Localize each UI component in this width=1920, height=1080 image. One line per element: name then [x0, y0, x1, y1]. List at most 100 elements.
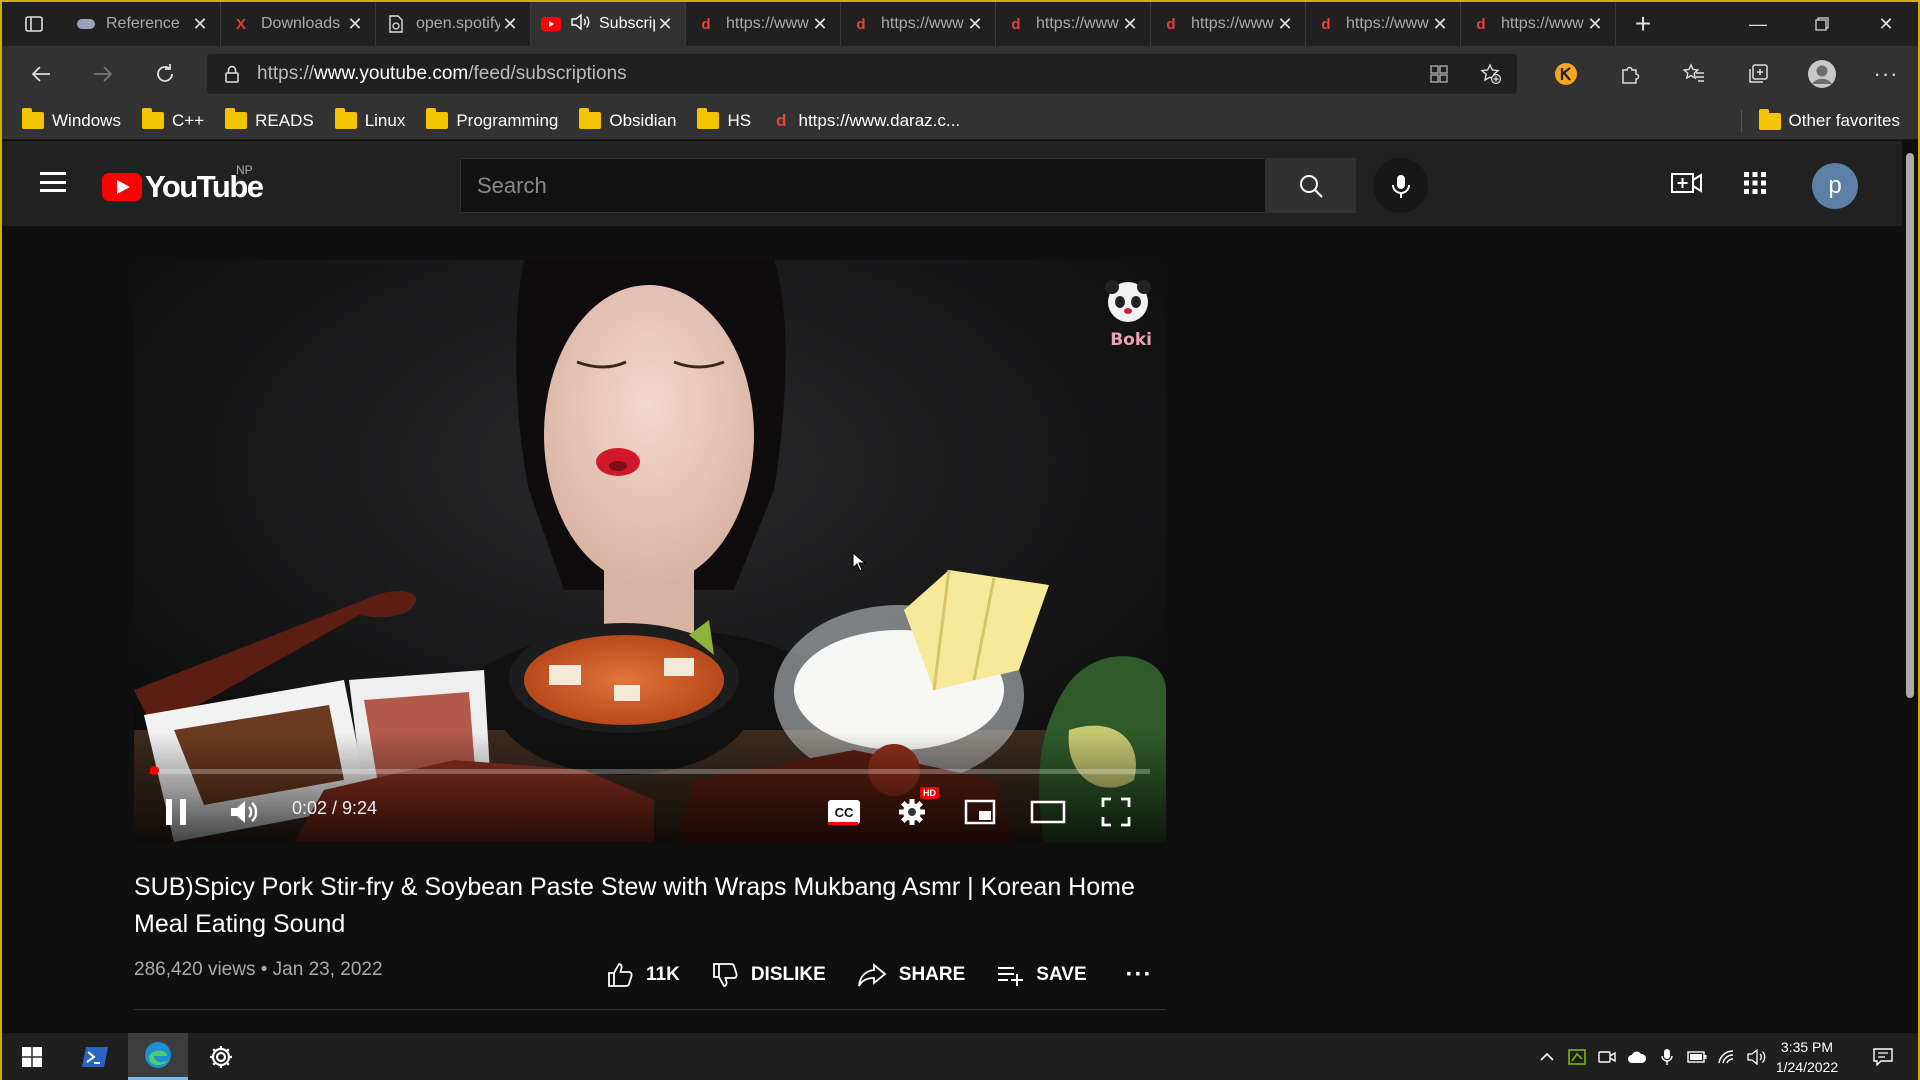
tab-close-icon[interactable]: ✕ — [655, 14, 675, 35]
tray-onedrive[interactable] — [1622, 1033, 1652, 1080]
theater-mode-button[interactable] — [1026, 788, 1070, 836]
tray-battery[interactable] — [1682, 1033, 1712, 1080]
d-icon: d — [701, 15, 711, 33]
favorites-folder[interactable]: HS — [697, 108, 751, 131]
pause-button[interactable] — [154, 788, 198, 836]
share-button[interactable]: SHARE — [857, 962, 965, 988]
miniplayer-button[interactable] — [958, 788, 1002, 836]
favorites-folder[interactable]: Programming — [426, 108, 558, 131]
minimize-button[interactable]: — — [1726, 2, 1790, 46]
seek-handle[interactable] — [149, 766, 159, 775]
folder-icon — [697, 108, 720, 129]
avatar-letter: p — [1828, 172, 1842, 199]
system-clock[interactable]: 3:35 PM 1/24/2022 — [1767, 1037, 1847, 1077]
voice-search-button[interactable] — [1373, 158, 1428, 213]
url-text[interactable]: https://www.youtube.com/feed/subscriptio… — [257, 63, 1413, 85]
tray-microphone[interactable] — [1652, 1033, 1682, 1080]
video-player[interactable]: Boki 0:02 / 9:24 CC HD — [134, 260, 1166, 842]
tab-close-icon[interactable]: ✕ — [965, 14, 985, 35]
browser-tab[interactable]: d https://www ✕ — [686, 2, 841, 46]
browser-tab[interactable]: d https://www ✕ — [1461, 2, 1616, 46]
tray-network[interactable] — [1712, 1033, 1742, 1080]
show-hidden-icons-button[interactable] — [1532, 1033, 1562, 1080]
back-button[interactable] — [10, 46, 72, 102]
scrollbar-thumb[interactable] — [1906, 153, 1914, 698]
tab-close-icon[interactable]: ✕ — [1585, 14, 1605, 35]
thumbs-up-icon — [608, 963, 633, 987]
page-scrollbar[interactable] — [1902, 141, 1918, 1033]
browser-tab[interactable]: d https://www ✕ — [1151, 2, 1306, 46]
browser-tab[interactable]: Reference ✕ — [66, 2, 221, 46]
like-button[interactable]: 11K — [606, 961, 680, 989]
profile-button[interactable] — [1790, 46, 1854, 102]
tab-close-icon[interactable]: ✕ — [1120, 14, 1140, 35]
browser-tab[interactable]: Subscriptions✕ — [531, 2, 686, 46]
favorites-label: Obsidian — [609, 110, 677, 130]
extension-button[interactable] — [1534, 46, 1598, 102]
speaker-icon — [1747, 1048, 1766, 1065]
tab-actions-button[interactable] — [2, 2, 66, 46]
apps-button[interactable] — [1735, 163, 1775, 203]
search-button[interactable] — [1266, 158, 1356, 213]
favorites-folder[interactable]: Linux — [334, 108, 405, 131]
lock-icon[interactable] — [207, 65, 257, 83]
browser-tab-strip: Reference ✕ X Downloads ✕ open.spotify ✕ Subscr… — [2, 2, 1918, 46]
tray-meet-now[interactable] — [1592, 1033, 1622, 1080]
browser-toolbar: https://www.youtube.com/feed/subscriptio… — [2, 46, 1918, 102]
restore-button[interactable] — [1790, 2, 1854, 46]
youtube-play-icon — [102, 173, 142, 201]
other-favorites-folder[interactable]: Other favorites — [1758, 102, 1900, 140]
dislike-button[interactable]: DISLIKE — [711, 961, 826, 989]
favorites-folder[interactable]: Windows — [22, 108, 121, 131]
favorites-folder[interactable]: C++ — [141, 108, 204, 131]
taskbar-settings[interactable] — [191, 1033, 251, 1080]
collections-button[interactable] — [1726, 46, 1790, 102]
tab-close-icon[interactable]: ✕ — [190, 14, 210, 35]
browser-tab[interactable]: d https://www ✕ — [841, 2, 996, 46]
favorites-button[interactable] — [1662, 46, 1726, 102]
search-input[interactable] — [477, 172, 1265, 199]
account-avatar[interactable]: p — [1812, 163, 1858, 209]
favorites-folder[interactable]: Obsidian — [579, 108, 677, 131]
mute-button[interactable] — [222, 788, 266, 836]
controls-gradient — [134, 732, 1166, 842]
seek-bar[interactable] — [149, 766, 1150, 775]
settings-more-button[interactable]: ··· — [1854, 46, 1918, 102]
subtitles-button[interactable]: CC — [822, 788, 866, 836]
tab-close-icon[interactable]: ✕ — [810, 14, 830, 35]
search-box[interactable] — [460, 158, 1266, 213]
tray-app-icon[interactable] — [1562, 1033, 1592, 1080]
browser-tab[interactable]: d https://www ✕ — [1306, 2, 1461, 46]
action-center-button[interactable] — [1868, 1033, 1898, 1080]
favorites-folder[interactable]: READS — [225, 108, 314, 131]
browser-tab[interactable]: d https://www ✕ — [996, 2, 1151, 46]
save-button[interactable]: SAVE — [996, 963, 1087, 987]
forward-button[interactable] — [72, 46, 134, 102]
tab-close-icon[interactable]: ✕ — [1430, 14, 1450, 35]
tab-close-icon[interactable]: ✕ — [1275, 14, 1295, 35]
tab-audio-icon[interactable] — [571, 13, 591, 36]
add-favorite-button[interactable] — [1465, 63, 1517, 85]
new-tab-button[interactable]: + — [1616, 2, 1670, 46]
browser-tab[interactable]: open.spotify ✕ — [376, 2, 531, 46]
guide-menu-button[interactable] — [38, 167, 68, 197]
extensions-button[interactable] — [1598, 46, 1662, 102]
close-window-button[interactable]: ✕ — [1854, 2, 1918, 46]
create-video-button[interactable] — [1667, 163, 1707, 203]
refresh-button[interactable] — [134, 46, 196, 102]
windows-logo-icon — [22, 1046, 42, 1067]
address-bar[interactable]: https://www.youtube.com/feed/subscriptio… — [207, 54, 1517, 94]
tab-close-icon[interactable]: ✕ — [500, 14, 520, 35]
more-actions-button[interactable]: ··· — [1124, 960, 1154, 990]
tab-close-icon[interactable]: ✕ — [345, 14, 365, 35]
favorites-link[interactable]: d https://www.daraz.c... — [772, 111, 960, 131]
restore-icon — [1815, 17, 1829, 31]
back-arrow-icon — [31, 66, 50, 82]
start-button[interactable] — [2, 1033, 62, 1080]
browser-tab[interactable]: X Downloads ✕ — [221, 2, 376, 46]
taskbar-powershell[interactable] — [65, 1033, 125, 1080]
favorites-label: READS — [255, 110, 314, 130]
fullscreen-button[interactable] — [1094, 788, 1138, 836]
taskbar-edge[interactable] — [128, 1033, 188, 1080]
app-available-button[interactable] — [1413, 64, 1465, 84]
